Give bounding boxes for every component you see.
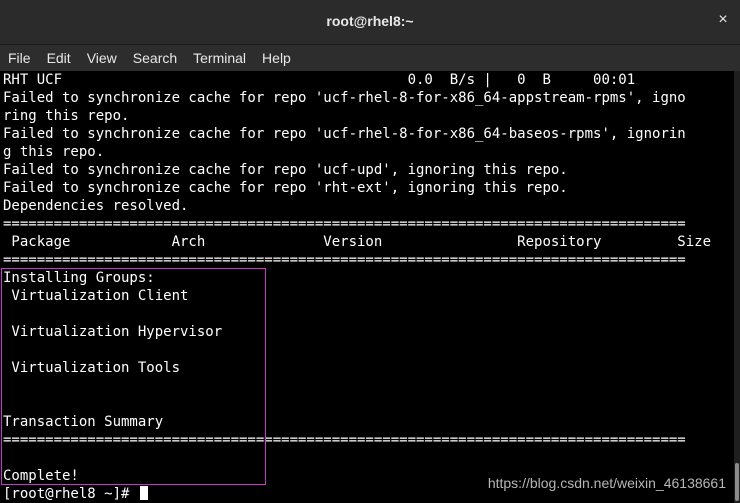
menu-terminal[interactable]: Terminal [185,47,254,69]
terminal-separator: ========================================… [3,432,686,448]
terminal-line: Complete! [3,468,79,484]
terminal-output[interactable]: RHT UCF 0.0 B/s | 0 B 00:01 Failed to sy… [0,71,734,503]
terminal-line: Failed to synchronize cache for repo 'uc… [3,162,568,178]
terminal-line: Dependencies resolved. [3,198,189,214]
menu-file[interactable]: File [0,47,39,69]
table-header: Package Arch Version Repository Size [3,234,712,250]
terminal-line: Failed to synchronize cache for repo 'uc… [3,90,686,106]
scrollbar[interactable] [734,71,740,503]
terminal-line: Failed to synchronize cache for repo 'rh… [3,180,568,196]
text-cursor [139,486,148,500]
terminal-line: RHT UCF 0.0 B/s | 0 B 00:01 [3,72,636,88]
menu-edit[interactable]: Edit [39,47,79,69]
terminal-separator: ========================================… [3,216,686,232]
terminal-line: Virtualization Hypervisor [3,324,223,340]
window-title: root@rhel8:~ [326,13,414,29]
menu-view[interactable]: View [79,47,125,69]
terminal-separator: ========================================… [3,252,686,268]
title-bar: root@rhel8:~ × [0,0,740,45]
menu-help[interactable]: Help [254,47,299,69]
terminal-line: Failed to synchronize cache for repo 'uc… [3,126,686,142]
terminal-line: g this repo. [3,144,105,160]
watermark: https://blog.csdn.net/weixin_46138661 [487,475,726,491]
menu-search[interactable]: Search [125,47,185,69]
terminal-line: Installing Groups: [3,270,155,286]
menu-bar: File Edit View Search Terminal Help [0,45,740,71]
shell-prompt: [root@rhel8 ~]# [3,486,138,502]
terminal-line: Transaction Summary [3,414,164,430]
prompt-line[interactable]: [root@rhel8 ~]# [3,485,148,503]
terminal-line: Virtualization Tools [3,360,181,376]
terminal-line: Virtualization Client [3,288,189,304]
scrollbar-thumb[interactable] [735,463,739,501]
close-icon[interactable]: × [714,11,732,31]
terminal-line: ring this repo. [3,108,130,124]
